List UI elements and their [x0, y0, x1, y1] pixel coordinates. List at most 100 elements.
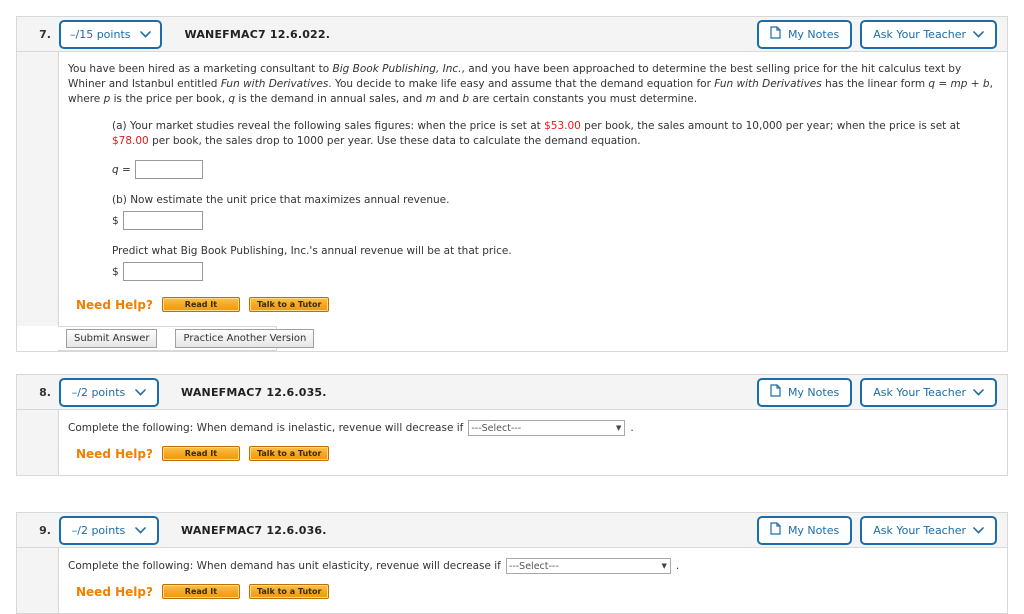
talk-to-a-tutor-button-7[interactable]: Talk to a Tutor [248, 297, 330, 312]
talk-to-a-tutor-button-8[interactable]: Talk to a Tutor [248, 446, 330, 461]
question-content-9: Complete the following: When demand has … [59, 548, 1007, 613]
part-b-text: (b) Now estimate the unit price that max… [112, 194, 450, 206]
prose-italic-text-title: Fun with Derivatives [714, 78, 822, 90]
part-a-seg: per book, the sales drop to 1000 per yea… [148, 135, 641, 147]
ask-your-teacher-label-7: Ask Your Teacher [873, 27, 966, 41]
points-label-7: –/15 points [70, 27, 131, 41]
points-label-9: –/2 points [71, 523, 126, 537]
stem-period-9: . [675, 560, 680, 572]
points-badge-7[interactable]: –/15 points [59, 19, 163, 49]
my-notes-button-7[interactable]: My Notes [756, 19, 853, 49]
note-page-icon [770, 384, 781, 400]
part-b-dollar-sign: $ [112, 214, 119, 227]
submit-answer-button-7[interactable]: Submit Answer [66, 329, 158, 348]
prose-seg: and [435, 93, 463, 105]
question-code-8: WANEFMAC7 12.6.035. [181, 385, 327, 399]
assignment-page: 7. –/15 points WANEFMAC7 12.6.022. My No… [0, 0, 1024, 614]
need-help-row-7: Need Help? Read It Talk to a Tutor [76, 297, 995, 318]
chevron-down-icon [973, 386, 984, 399]
my-notes-button-9[interactable]: My Notes [756, 515, 853, 545]
submit-gutter-7 [17, 326, 58, 351]
prose-seg: . You decide to make life easy and assum… [328, 78, 715, 90]
question-stem-8: Complete the following: When demand is i… [68, 422, 464, 434]
points-label-8: –/2 points [71, 385, 126, 399]
price-value-2: $78.00 [112, 135, 149, 147]
note-page-icon [770, 26, 781, 42]
question-number-8: 8. [39, 385, 51, 399]
prose-seg: is the demand in annual sales, and [235, 93, 426, 105]
part-c-dollar-sign: $ [112, 265, 119, 278]
submit-bar-7: Submit Answer Practice Another Version [58, 326, 315, 351]
question-body-9: Complete the following: When demand has … [17, 548, 1007, 613]
my-notes-button-8[interactable]: My Notes [756, 377, 853, 407]
question-content-8: Complete the following: When demand is i… [59, 410, 1007, 475]
chevron-down-icon [973, 524, 984, 537]
answer-select-9[interactable]: ---Select--- [505, 558, 671, 574]
question-card-7: 7. –/15 points WANEFMAC7 12.6.022. My No… [16, 16, 1008, 352]
question-header-actions-7: My Notes Ask Your Teacher [756, 19, 997, 49]
question-card-9: 9. –/2 points WANEFMAC7 12.6.036. My Not… [16, 512, 1008, 614]
talk-to-a-tutor-button-9[interactable]: Talk to a Tutor [248, 584, 330, 599]
part-a-answer-row: q = [112, 160, 995, 179]
part-b-answer-row: $ [112, 211, 995, 230]
prose-italic-text-title: Fun with Derivatives [220, 78, 329, 90]
part-c-answer-input[interactable] [122, 262, 203, 281]
need-help-row-9: Need Help? Read It Talk to a Tutor [76, 584, 995, 609]
part-b-answer-input[interactable] [122, 211, 203, 230]
question-header-actions-8: My Notes Ask Your Teacher [756, 377, 997, 407]
part-a-seg: (a) Your market studies reveal the follo… [112, 120, 545, 132]
question-body-8: Complete the following: When demand is i… [17, 410, 1007, 475]
question-stem-row-8: Complete the following: When demand is i… [68, 418, 995, 436]
points-badge-8[interactable]: –/2 points [59, 377, 159, 407]
question-gutter-7 [17, 52, 59, 326]
question-card-8: 8. –/2 points WANEFMAC7 12.6.035. My Not… [16, 374, 1008, 476]
question-header-9: 9. –/2 points WANEFMAC7 12.6.036. My Not… [17, 513, 1007, 548]
submit-row-wrapper-7: Submit Answer Practice Another Version [17, 326, 1007, 351]
part-a-seg: per book, the sales amount to 10,000 per… [580, 120, 961, 132]
chevron-down-icon [973, 28, 984, 41]
need-help-label-9: Need Help? [76, 584, 153, 599]
question-code-7: WANEFMAC7 12.6.022. [184, 27, 331, 41]
prose-italic-book-title: Big Book Publishing, Inc. [332, 63, 462, 75]
read-it-button-8[interactable]: Read It [161, 446, 240, 461]
ask-your-teacher-button-9[interactable]: Ask Your Teacher [860, 515, 997, 545]
question-gutter-8 [17, 410, 59, 475]
prose-seg: are certain constants you must determine… [469, 93, 698, 105]
prose-seg: You have been hired as a marketing consu… [68, 63, 333, 75]
ask-your-teacher-label-9: Ask Your Teacher [873, 523, 966, 537]
need-help-label-8: Need Help? [76, 446, 153, 461]
question-header-8: 8. –/2 points WANEFMAC7 12.6.035. My Not… [17, 375, 1007, 410]
ask-your-teacher-label-8: Ask Your Teacher [873, 385, 966, 399]
price-value-1: $53.00 [544, 120, 581, 132]
points-badge-9[interactable]: –/2 points [59, 515, 159, 545]
read-it-button-7[interactable]: Read It [161, 297, 240, 312]
practice-another-version-button-7[interactable]: Practice Another Version [175, 329, 315, 348]
my-notes-label-9: My Notes [787, 523, 840, 537]
answer-select-8[interactable]: ---Select--- [468, 420, 626, 436]
question-header-actions-9: My Notes Ask Your Teacher [756, 515, 997, 545]
question-stem-9: Complete the following: When demand has … [68, 560, 501, 572]
answer-select-wrapper-9: ---Select--- ▼ [505, 558, 671, 574]
chevron-down-icon [140, 28, 152, 41]
demand-equation: q = mp + b [928, 78, 990, 90]
ask-your-teacher-button-7[interactable]: Ask Your Teacher [860, 19, 997, 49]
part-c-answer-row: $ [112, 262, 995, 281]
question-header-7: 7. –/15 points WANEFMAC7 12.6.022. My No… [17, 17, 1007, 52]
math-var-m: m [425, 93, 436, 105]
read-it-button-9[interactable]: Read It [161, 584, 240, 599]
question-gutter-9 [17, 548, 59, 613]
part-a-text: (a) Your market studies reveal the follo… [112, 119, 995, 149]
question-prose-7: You have been hired as a marketing consu… [68, 62, 995, 107]
part-a-answer-input[interactable] [134, 160, 203, 179]
ask-your-teacher-button-8[interactable]: Ask Your Teacher [860, 377, 997, 407]
prose-seg: has the linear form [821, 78, 929, 90]
question-content-7: You have been hired as a marketing consu… [59, 52, 1007, 326]
stem-period-8: . [630, 422, 634, 434]
question-body-7: You have been hired as a marketing consu… [17, 52, 1007, 326]
answer-select-wrapper-8: ---Select--- ▼ [468, 420, 626, 436]
my-notes-label-7: My Notes [787, 27, 840, 41]
prose-seg: is the price per book, [110, 93, 229, 105]
chevron-down-icon [135, 524, 147, 537]
note-page-icon [770, 522, 781, 538]
need-help-row-8: Need Help? Read It Talk to a Tutor [76, 446, 995, 471]
